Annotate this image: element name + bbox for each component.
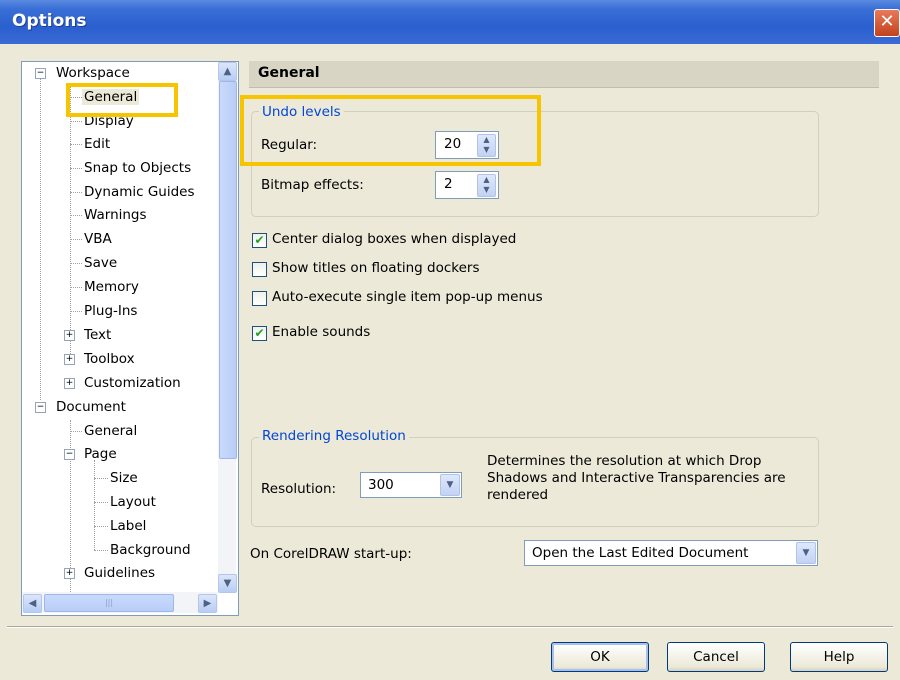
- tree-item-size[interactable]: Size: [110, 467, 138, 489]
- tree-line: [70, 168, 82, 169]
- tree-line: [94, 550, 108, 551]
- tree-item-vba[interactable]: VBA: [84, 228, 112, 250]
- tree-line: [70, 121, 82, 122]
- scroll-left-icon[interactable]: ◀: [23, 594, 42, 613]
- rendering-resolution-title: Rendering Resolution: [259, 428, 409, 444]
- tree-item-document[interactable]: Document: [56, 396, 126, 418]
- tree-item-save[interactable]: Save: [84, 252, 117, 274]
- scroll-thumb[interactable]: |||: [44, 594, 174, 612]
- tree-item-snap-to-objects[interactable]: Snap to Objects: [84, 157, 191, 179]
- auto-execute-label[interactable]: Auto-execute single item pop-up menus: [272, 289, 543, 305]
- expand-icon[interactable]: +: [64, 330, 75, 341]
- tree-item-label[interactable]: Label: [110, 515, 146, 537]
- tree-horizontal-scrollbar[interactable]: ◀ ||| ▶: [22, 592, 218, 613]
- help-button[interactable]: Help: [790, 642, 888, 672]
- tree-item-background[interactable]: Background: [110, 539, 191, 561]
- tree-line: [70, 263, 82, 264]
- tree-line: [70, 420, 71, 592]
- ok-button[interactable]: OK: [551, 642, 649, 672]
- tree-line: [70, 144, 82, 145]
- spinner-arrows-icon[interactable]: ▲ ▼: [477, 174, 496, 197]
- tree-item-warnings[interactable]: Warnings: [84, 204, 147, 226]
- resolution-label: Resolution:: [261, 481, 337, 497]
- tree-item-guidelines[interactable]: Guidelines: [84, 562, 155, 584]
- scroll-up-icon[interactable]: ▲: [218, 62, 237, 81]
- tree-line: [70, 239, 82, 240]
- chevron-down-icon[interactable]: ▼: [796, 542, 816, 564]
- title-bar: Options ✕: [0, 0, 900, 45]
- highlight-box-undo: [240, 95, 541, 166]
- tree-content: − Workspace General Display Edit Snap to…: [22, 62, 218, 592]
- tree-line: [70, 84, 71, 356]
- expand-icon[interactable]: +: [64, 354, 75, 365]
- bitmap-effects-spinner[interactable]: 2 ▲ ▼: [435, 171, 499, 199]
- collapse-icon[interactable]: −: [35, 68, 46, 79]
- auto-execute-checkbox[interactable]: [252, 291, 267, 306]
- expand-icon[interactable]: +: [64, 568, 75, 579]
- tree-item-toolbox[interactable]: Toolbox: [84, 348, 135, 370]
- tree-item-page[interactable]: Page: [84, 443, 117, 465]
- tree-item-document-general[interactable]: General: [84, 420, 137, 442]
- tree-item-customization[interactable]: Customization: [84, 372, 181, 394]
- divider: [7, 626, 893, 628]
- center-dialogs-checkbox[interactable]: ✔: [252, 233, 267, 248]
- tree-line: [70, 192, 82, 193]
- tree-item-memory[interactable]: Memory: [84, 276, 139, 298]
- resolution-description: Determines the resolution at which Drop …: [487, 453, 786, 503]
- tree-line: [94, 460, 95, 550]
- scroll-thumb[interactable]: [219, 81, 237, 459]
- tree-line: [70, 311, 82, 312]
- highlight-box-general: [66, 83, 178, 117]
- expand-icon[interactable]: +: [64, 378, 75, 389]
- options-tree[interactable]: − Workspace General Display Edit Snap to…: [21, 61, 239, 616]
- startup-value: Open the Last Edited Document: [532, 545, 749, 561]
- tree-item-layout[interactable]: Layout: [110, 491, 156, 513]
- cancel-button[interactable]: Cancel: [667, 642, 765, 672]
- panel-title: General: [258, 65, 320, 81]
- scroll-right-icon[interactable]: ▶: [198, 594, 217, 613]
- enable-sounds-label[interactable]: Enable sounds: [272, 324, 370, 340]
- tree-line: [70, 431, 82, 432]
- panel-header: General: [249, 61, 879, 88]
- chevron-down-icon[interactable]: ▼: [440, 474, 460, 496]
- tree-item-plug-ins[interactable]: Plug-Ins: [84, 300, 137, 322]
- tree-item-dynamic-guides[interactable]: Dynamic Guides: [84, 181, 195, 203]
- bitmap-effects-label: Bitmap effects:: [261, 177, 364, 193]
- tree-item-edit[interactable]: Edit: [84, 133, 110, 155]
- show-titles-checkbox[interactable]: [252, 262, 267, 277]
- startup-label: On CorelDRAW start-up:: [250, 546, 412, 562]
- resolution-value: 300: [368, 477, 394, 493]
- resolution-dropdown[interactable]: 300 ▼: [360, 472, 462, 498]
- close-icon: ✕: [879, 11, 895, 32]
- tree-line: [70, 287, 82, 288]
- show-titles-label[interactable]: Show titles on floating dockers: [272, 260, 480, 276]
- tree-vertical-scrollbar[interactable]: ▲ ▼: [218, 62, 237, 593]
- window-title: Options: [12, 11, 87, 31]
- enable-sounds-checkbox[interactable]: ✔: [252, 326, 267, 341]
- collapse-icon[interactable]: −: [64, 449, 75, 460]
- tree-line: [94, 478, 108, 479]
- tree-item-text[interactable]: Text: [84, 324, 111, 346]
- tree-line: [40, 78, 41, 400]
- bitmap-effects-value: 2: [444, 176, 453, 192]
- tree-line: [94, 502, 108, 503]
- close-button[interactable]: ✕: [874, 9, 900, 37]
- tree-item-workspace[interactable]: Workspace: [56, 62, 130, 84]
- tree-line: [94, 526, 108, 527]
- tree-line: [70, 215, 82, 216]
- scroll-down-icon[interactable]: ▼: [218, 574, 237, 593]
- center-dialogs-label[interactable]: Center dialog boxes when displayed: [272, 231, 516, 247]
- collapse-icon[interactable]: −: [35, 402, 46, 413]
- startup-dropdown[interactable]: Open the Last Edited Document ▼: [524, 540, 818, 566]
